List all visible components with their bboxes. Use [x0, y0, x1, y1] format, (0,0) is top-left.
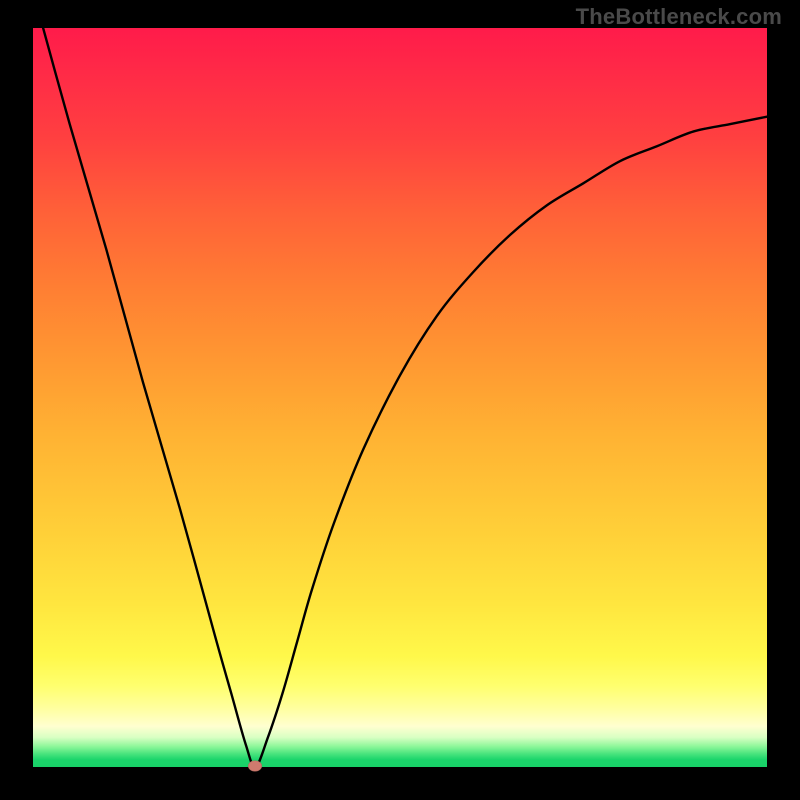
plot-area	[33, 28, 767, 767]
watermark-text: TheBottleneck.com	[576, 4, 782, 30]
chart-container: TheBottleneck.com	[0, 0, 800, 800]
bottleneck-curve	[33, 28, 767, 767]
optimal-point-marker	[248, 760, 262, 771]
